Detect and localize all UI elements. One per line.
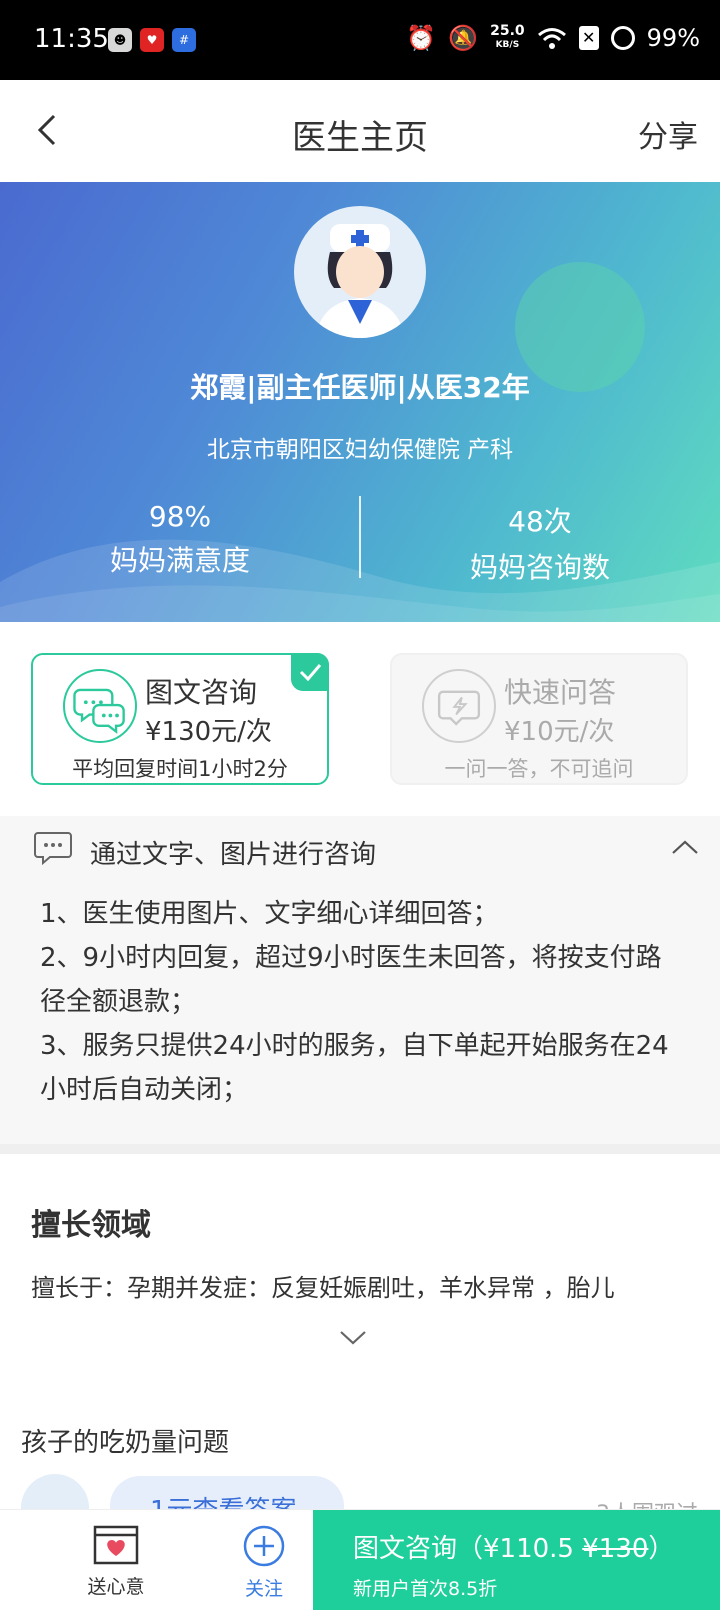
chat-bubbles-icon: [63, 669, 137, 743]
description-list: 1、医生使用图片、文字细心详细回答； 2、9小时内回复，超过9小时医生未回答，将…: [40, 892, 680, 1112]
description-item: 2、9小时内回复，超过9小时医生未回答，将按支付路径全额退款；: [40, 943, 662, 1017]
service-note: 一问一答，不可追问: [444, 757, 634, 781]
cta-original-price: ¥130: [582, 1534, 649, 1564]
status-time: 11:35: [34, 24, 109, 54]
consult-count-value: 48次: [508, 505, 572, 538]
description-header: 通过文字、图片进行咨询: [90, 840, 377, 870]
sim-off-icon: ✕: [578, 26, 599, 50]
gift-label: 送心意: [87, 1576, 145, 1598]
chat-icon: [34, 832, 72, 866]
heart-app-icon: ♥: [140, 28, 164, 52]
follow-label: 关注: [244, 1578, 283, 1600]
follow-button[interactable]: 关注: [204, 1524, 324, 1601]
selected-check-icon: [291, 653, 329, 691]
service-note: 平均回复时间1小时2分: [72, 757, 288, 781]
doctor-profile-banner: 郑霞|副主任医师|从医32年 北京市朝阳区妇幼保健院 产科 98% 妈妈满意度 …: [0, 182, 720, 622]
doctor-hospital: 北京市朝阳区妇幼保健院 产科: [206, 437, 514, 463]
service-card-text-consult[interactable]: 图文咨询 ¥130元/次 平均回复时间1小时2分: [31, 653, 329, 785]
doctor-avatar: [294, 206, 426, 338]
service-title: 图文咨询: [145, 676, 258, 709]
send-gift-button[interactable]: 送心意: [56, 1524, 176, 1599]
expertise-text: 擅长于：孕期并发症：反复妊娠剧吐，羊水异常 ，胎儿: [31, 1274, 615, 1302]
status-right: ⏰ 🔕 25.0 KB/S ✕ 99%: [406, 24, 700, 52]
status-bar: 11:35 ☻ ♥ # ⏰ 🔕 25.0 KB/S ✕ 99%: [0, 0, 720, 80]
satisfaction-value: 98%: [148, 500, 212, 533]
plus-circle-icon: [243, 1525, 285, 1567]
service-card-quick-qa[interactable]: 快速问答 ¥10元/次 一问一答，不可追问: [390, 653, 688, 785]
gift-heart-icon: [93, 1525, 139, 1565]
satisfaction-stat: 98% 妈妈满意度: [0, 500, 360, 579]
robot-app-icon: ☻: [108, 28, 132, 52]
keyboard-app-icon: #: [172, 28, 196, 52]
question-title[interactable]: 孩子的吃奶量问题: [21, 1422, 229, 1459]
description-item: 1、医生使用图片、文字细心详细回答；: [40, 899, 499, 929]
net-speed: 25.0 KB/S: [490, 24, 525, 52]
description-item: 3、服务只提供24小时的服务，自下单起开始服务在24小时后自动关闭；: [40, 1031, 669, 1105]
cta-close-paren: ）: [648, 1534, 675, 1564]
service-title: 快速问答: [504, 676, 617, 709]
net-speed-unit: KB/S: [495, 40, 520, 50]
cta-discount-note: 新用户首次8.5折: [353, 1578, 498, 1600]
lightning-chat-icon: [422, 669, 496, 743]
satisfaction-label: 妈妈满意度: [109, 544, 250, 577]
service-price: ¥10元/次: [504, 717, 615, 747]
consult-count-label: 妈妈咨询数: [469, 551, 610, 584]
bottom-action-bar: 送心意 关注 图文咨询（¥110.5 ¥130） 新用户首次8.5折: [0, 1509, 720, 1610]
page-title: 医生主页: [292, 118, 428, 158]
mute-icon: 🔕: [448, 24, 479, 52]
cta-main-text: 图文咨询（¥110.5: [353, 1534, 583, 1564]
notification-icons: ☻ ♥ #: [108, 28, 196, 52]
collapse-chevron-up-icon[interactable]: [670, 838, 700, 856]
battery-percent: 99%: [646, 24, 700, 52]
consult-description: 通过文字、图片进行咨询 1、医生使用图片、文字细心详细回答； 2、9小时内回复，…: [0, 816, 720, 1144]
nav-bar: 医生主页 分享: [0, 80, 720, 182]
cta-price: 图文咨询（¥110.5 ¥130）: [353, 1528, 674, 1565]
expand-chevron-down-icon[interactable]: [338, 1328, 368, 1348]
share-button[interactable]: 分享: [638, 112, 698, 156]
alarm-icon: ⏰: [406, 24, 437, 52]
expertise-title: 擅长领域: [31, 1208, 151, 1243]
section-divider: [0, 1144, 720, 1154]
service-price: ¥130元/次: [145, 717, 272, 747]
net-speed-value: 25.0: [490, 23, 525, 39]
wifi-icon: [537, 28, 566, 49]
doctor-headline: 郑霞|副主任医师|从医32年: [190, 371, 530, 404]
battery-icon: [610, 26, 635, 50]
consult-count-stat: 48次 妈妈咨询数: [360, 500, 720, 586]
consult-cta-button[interactable]: 图文咨询（¥110.5 ¥130） 新用户首次8.5折: [313, 1510, 720, 1610]
